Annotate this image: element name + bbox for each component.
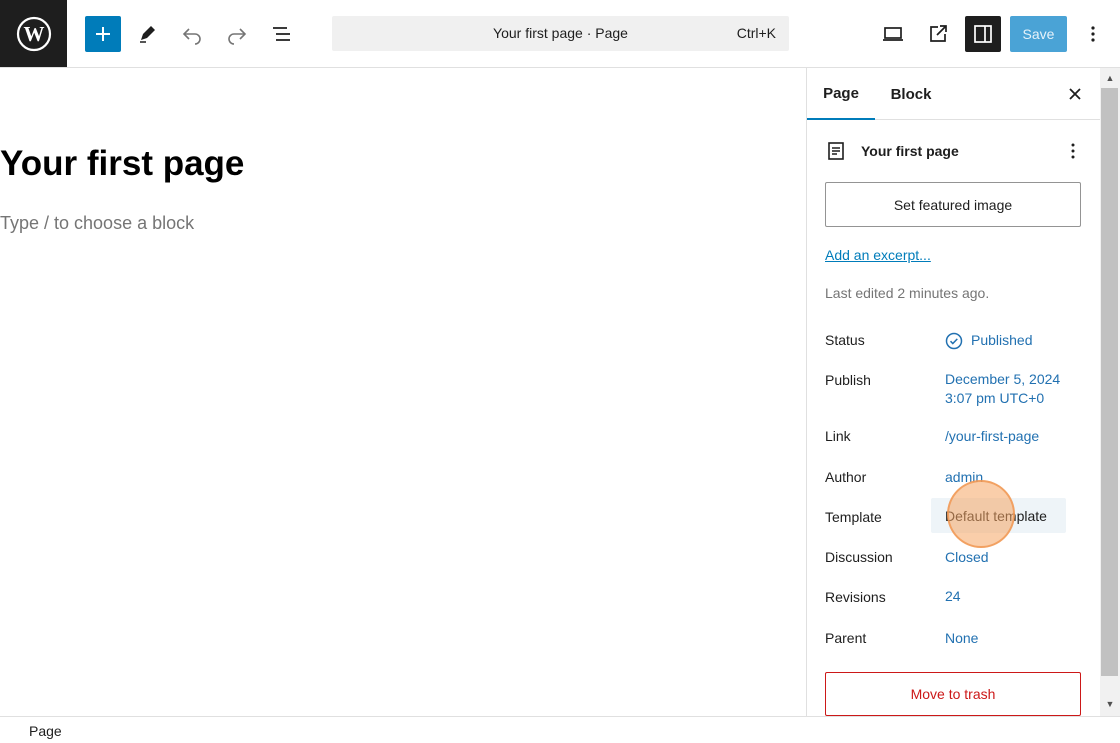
- published-check-icon: [945, 332, 963, 349]
- last-edited-text: Last edited 2 minutes ago.: [825, 285, 990, 301]
- sidebar-tabs: Page Block: [807, 68, 1100, 120]
- editor-canvas: Your first page Type / to choose a block: [0, 68, 806, 716]
- author-value[interactable]: admin: [945, 468, 983, 487]
- redo-icon: [228, 28, 247, 45]
- publish-value[interactable]: December 5, 2024 3:07 pm UTC+0: [945, 370, 1060, 408]
- revisions-label: Revisions: [825, 589, 886, 605]
- svg-text:W: W: [23, 22, 44, 46]
- document-title: Your first page · Page: [493, 25, 628, 41]
- close-sidebar-button[interactable]: [1063, 82, 1087, 106]
- more-vertical-icon: [1091, 26, 1095, 42]
- parent-value[interactable]: None: [945, 629, 978, 648]
- link-label: Link: [825, 428, 851, 444]
- move-to-trash-button[interactable]: Move to trash: [825, 672, 1081, 716]
- editor-toolbar: W Your first page · Page Ctrl+K Save: [0, 0, 1120, 68]
- list-view-icon: [273, 27, 290, 41]
- breadcrumb[interactable]: Page: [29, 723, 62, 739]
- post-actions-button[interactable]: [1061, 138, 1085, 164]
- options-button[interactable]: [1075, 16, 1111, 52]
- template-label: Template: [825, 509, 882, 525]
- page-title[interactable]: Your first page: [0, 144, 244, 184]
- plus-icon: [96, 27, 110, 41]
- save-button[interactable]: Save: [1010, 16, 1067, 52]
- status-value[interactable]: Published: [945, 331, 1033, 350]
- keyboard-shortcut: Ctrl+K: [736, 25, 776, 41]
- wordpress-icon: W: [16, 16, 51, 51]
- status-value-text: Published: [971, 332, 1033, 348]
- pencil-icon: [140, 26, 155, 43]
- parent-label: Parent: [825, 630, 867, 646]
- publish-date: December 5, 2024: [945, 371, 1061, 387]
- link-value[interactable]: /your-first-page: [945, 427, 1039, 446]
- scroll-down-arrow-icon[interactable]: ▼: [1104, 698, 1116, 710]
- revisions-value[interactable]: 24: [945, 587, 961, 606]
- undo-icon: [182, 28, 201, 45]
- scrollbar-thumb[interactable]: [1101, 88, 1118, 676]
- set-featured-image-button[interactable]: Set featured image: [825, 182, 1081, 227]
- block-placeholder[interactable]: Type / to choose a block: [0, 213, 194, 234]
- publish-label: Publish: [825, 372, 871, 388]
- add-block-button[interactable]: [85, 16, 121, 52]
- post-card-title: Your first page: [861, 143, 959, 159]
- settings-sidebar: Page Block Your first page Set featured …: [806, 68, 1100, 716]
- tools-button[interactable]: [129, 16, 165, 52]
- desktop-icon: [883, 27, 903, 41]
- editor-footer: Page: [0, 716, 1120, 743]
- discussion-label: Discussion: [825, 549, 893, 565]
- template-value[interactable]: Default template: [931, 498, 1066, 533]
- sidebar-icon: [974, 25, 992, 43]
- page-icon: [828, 142, 844, 160]
- command-palette-button[interactable]: Your first page · Page Ctrl+K: [332, 16, 789, 51]
- external-icon: [930, 25, 947, 42]
- sidebar-scrollbar[interactable]: ▲ ▼: [1100, 68, 1120, 716]
- undo-button[interactable]: [174, 16, 210, 52]
- wordpress-logo[interactable]: W: [0, 0, 67, 67]
- status-label: Status: [825, 332, 865, 348]
- add-excerpt-link[interactable]: Add an excerpt...: [825, 247, 931, 263]
- discussion-value[interactable]: Closed: [945, 548, 989, 567]
- document-overview-button[interactable]: [264, 16, 300, 52]
- preview-button[interactable]: [875, 16, 911, 52]
- close-icon: [1069, 88, 1081, 100]
- redo-button[interactable]: [219, 16, 255, 52]
- post-card: Your first page: [825, 138, 1085, 164]
- author-label: Author: [825, 469, 867, 485]
- publish-time: 3:07 pm UTC+0: [945, 390, 1045, 406]
- scroll-up-arrow-icon[interactable]: ▲: [1104, 72, 1116, 84]
- tab-page[interactable]: Page: [807, 68, 875, 120]
- tab-block[interactable]: Block: [877, 68, 945, 120]
- view-page-button[interactable]: [920, 16, 956, 52]
- more-vertical-icon: [1071, 143, 1075, 159]
- settings-button[interactable]: [965, 16, 1001, 52]
